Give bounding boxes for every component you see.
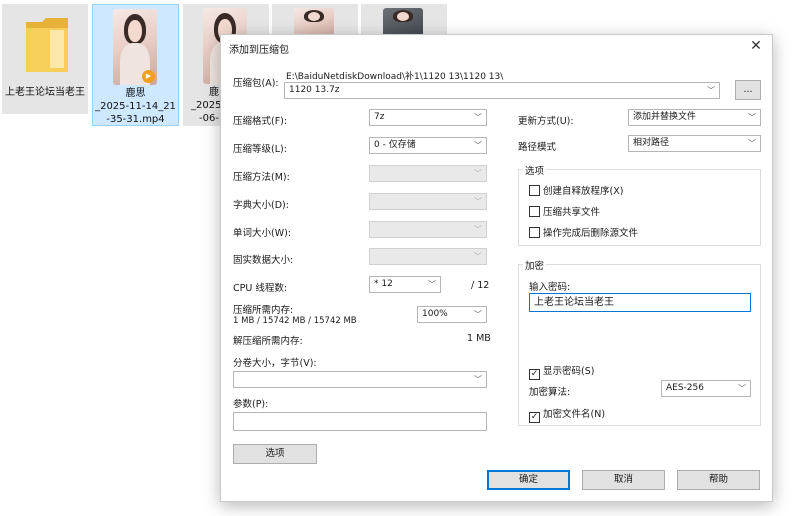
level-label: 压缩等级(L): xyxy=(233,144,287,155)
add-to-archive-dialog: 添加到压缩包 ✕ 压缩包(A): E:\BaiduNetdiskDownload… xyxy=(220,34,773,502)
ok-button[interactable]: 确定 xyxy=(487,470,570,490)
threads-max: / 12 xyxy=(471,280,490,291)
encryption-group: 加密 输入密码: 上老王论坛当老王 ✓ 显示密码(S) 加密算法: AES-256… xyxy=(518,258,761,426)
video-name-line2: _2025-11-14_21 xyxy=(95,101,176,112)
format-label: 压缩格式(F): xyxy=(233,116,288,127)
mem-detail: 1 MB / 15742 MB / 15742 MB xyxy=(233,316,357,326)
chevron-down-icon: ﹀ xyxy=(474,141,482,150)
archive-name-combo[interactable]: 1120 13.7z ﹀ xyxy=(284,82,720,99)
dict-label: 字典大小(D): xyxy=(233,200,289,211)
params-input[interactable] xyxy=(233,412,487,431)
sfx-label: 创建自释放程序(X) xyxy=(543,186,624,197)
encrypt-names-label: 加密文件名(N) xyxy=(543,409,606,420)
pathmode-value: 相对路径 xyxy=(633,138,670,148)
chevron-down-icon: ﹀ xyxy=(474,252,482,261)
sfx-checkbox[interactable]: 创建自释放程序(X) xyxy=(529,183,623,197)
update-combo[interactable]: 添加并替换文件 ﹀ xyxy=(628,109,761,126)
mem-value: 100% xyxy=(422,309,448,319)
threads-combo[interactable]: * 12 ﹀ xyxy=(369,276,441,293)
chevron-down-icon: ﹀ xyxy=(738,384,746,393)
archive-label: 压缩包(A): xyxy=(233,78,279,89)
options-group: 选项 创建自释放程序(X) 压缩共享文件 操作完成后删除源文件 xyxy=(518,163,761,246)
threads-value: * 12 xyxy=(374,279,393,289)
cancel-button[interactable]: 取消 xyxy=(582,470,665,490)
chevron-down-icon: ﹀ xyxy=(428,280,436,289)
play-icon: ▶ xyxy=(142,70,155,83)
archive-path: E:\BaiduNetdiskDownload\补1\1120 13\1120 … xyxy=(286,72,504,82)
video-name-line3: -35-31.mp4 xyxy=(106,114,165,125)
update-label: 更新方式(U): xyxy=(518,116,574,127)
video-name-line1: 鹿思 xyxy=(125,88,146,99)
method-label: 压缩方法(M): xyxy=(233,172,290,183)
video-item-1[interactable]: ▶ 鹿思 _2025-11-14_21 -35-31.mp4 xyxy=(92,4,179,126)
chevron-down-icon: ﹀ xyxy=(748,113,756,122)
chevron-down-icon: ﹀ xyxy=(474,197,482,206)
split-label: 分卷大小，字节(V): xyxy=(233,358,317,369)
delete-checkbox[interactable]: 操作完成后删除源文件 xyxy=(529,225,638,239)
solid-combo[interactable]: ﹀ xyxy=(369,248,487,265)
chevron-down-icon: ﹀ xyxy=(474,225,482,234)
word-combo[interactable]: ﹀ xyxy=(369,221,487,238)
unmem-value: 1 MB xyxy=(467,333,491,344)
split-combo[interactable]: ﹀ xyxy=(233,371,487,388)
check-icon: ✓ xyxy=(529,369,540,380)
enc-method-value: AES-256 xyxy=(666,383,704,393)
level-combo[interactable]: 0 - 仅存储 ﹀ xyxy=(369,137,487,154)
checkbox-box xyxy=(529,227,540,238)
archive-name-value: 1120 13.7z xyxy=(289,85,340,95)
encrypt-names-checkbox[interactable]: ✓ 加密文件名(N) xyxy=(529,406,605,423)
folder-name: 上老王论坛当老王 xyxy=(5,87,85,98)
close-icon[interactable]: ✕ xyxy=(748,38,764,54)
word-label: 单词大小(W): xyxy=(233,228,292,239)
threads-label: CPU 线程数: xyxy=(233,283,288,294)
help-button[interactable]: 帮助 xyxy=(677,470,760,490)
delete-label: 操作完成后删除源文件 xyxy=(543,228,639,239)
folder-icon xyxy=(26,18,68,72)
unmem-label: 解压缩所需内存: xyxy=(233,336,303,347)
mem-label: 压缩所需内存: xyxy=(233,305,294,316)
chevron-down-icon: ﹀ xyxy=(707,86,715,95)
folder-item[interactable]: 上老王论坛当老王 xyxy=(2,4,88,114)
options-group-title: 选项 xyxy=(523,163,547,177)
checkbox-box xyxy=(529,206,540,217)
update-value: 添加并替换文件 xyxy=(633,112,697,122)
browse-button[interactable]: ... xyxy=(735,80,761,100)
checkbox-box xyxy=(529,185,540,196)
encryption-group-title: 加密 xyxy=(523,258,547,272)
format-value: 7z xyxy=(374,112,385,122)
chevron-down-icon: ﹀ xyxy=(474,310,482,319)
dialog-titlebar[interactable]: 添加到压缩包 ✕ xyxy=(221,35,772,59)
mem-combo[interactable]: 100% ﹀ xyxy=(417,306,487,323)
chevron-down-icon: ﹀ xyxy=(474,113,482,122)
pathmode-combo[interactable]: 相对路径 ﹀ xyxy=(628,135,761,152)
show-password-checkbox[interactable]: ✓ 显示密码(S) xyxy=(529,363,594,380)
video-thumbnail: ▶ xyxy=(113,9,157,85)
chevron-down-icon: ﹀ xyxy=(474,375,482,384)
enc-method-combo[interactable]: AES-256 ﹀ xyxy=(661,380,751,397)
method-combo[interactable]: ﹀ xyxy=(369,165,487,182)
shared-label: 压缩共享文件 xyxy=(543,207,601,218)
params-label: 参数(P): xyxy=(233,399,269,410)
shared-checkbox[interactable]: 压缩共享文件 xyxy=(529,204,600,218)
check-icon: ✓ xyxy=(529,412,540,423)
enc-method-label: 加密算法: xyxy=(529,387,571,398)
solid-label: 固实数据大小: xyxy=(233,255,294,266)
dialog-title: 添加到压缩包 xyxy=(229,45,289,56)
chevron-down-icon: ﹀ xyxy=(474,169,482,178)
chevron-down-icon: ﹀ xyxy=(748,139,756,148)
format-combo[interactable]: 7z ﹀ xyxy=(369,109,487,126)
dict-combo[interactable]: ﹀ xyxy=(369,193,487,210)
pathmode-label: 路径模式 xyxy=(518,142,557,153)
level-value: 0 - 仅存储 xyxy=(374,140,416,150)
password-input[interactable]: 上老王论坛当老王 xyxy=(529,293,751,312)
password-label: 输入密码: xyxy=(529,282,571,293)
options-button[interactable]: 选项 xyxy=(233,444,317,464)
show-password-label: 显示密码(S) xyxy=(543,366,595,377)
